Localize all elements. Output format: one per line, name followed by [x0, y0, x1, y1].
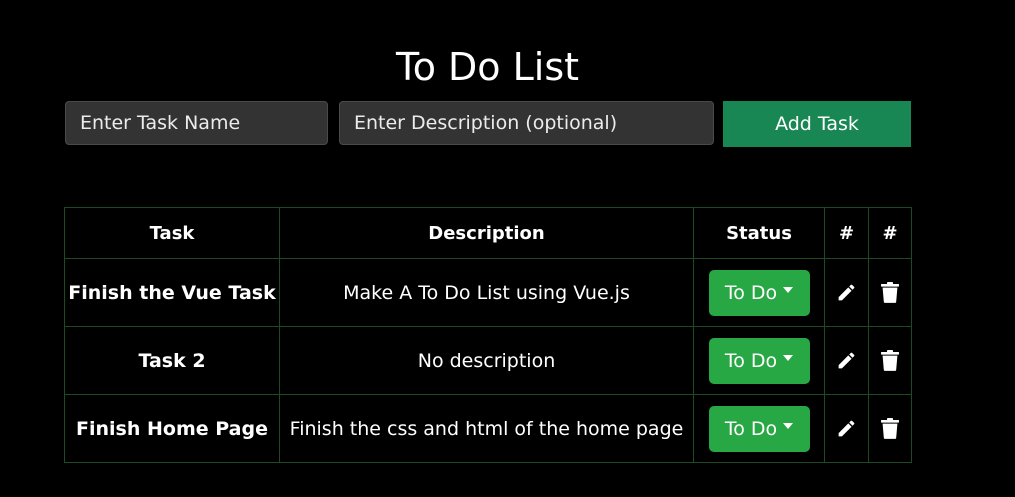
pencil-icon[interactable]	[832, 345, 862, 375]
task-description-cell: Make A To Do List using Vue.js	[279, 258, 694, 327]
status-label: To Do	[724, 281, 778, 304]
pencil-icon[interactable]	[832, 413, 862, 443]
task-table: Task Description Status # # Finish the V…	[64, 207, 912, 463]
task-status-cell: To Do	[693, 394, 825, 463]
page-title: To Do List	[395, 45, 580, 89]
description-input[interactable]	[339, 101, 714, 145]
task-name-input[interactable]	[65, 101, 328, 145]
pencil-icon[interactable]	[832, 277, 862, 307]
caret-down-icon	[783, 286, 794, 293]
task-description-cell: Finish the css and html of the home page	[279, 394, 694, 463]
delete-cell	[868, 394, 912, 463]
table-row: Finish the Vue Task Make A To Do List us…	[64, 258, 912, 327]
task-name-cell: Finish the Vue Task	[64, 258, 280, 327]
status-dropdown-button[interactable]: To Do	[708, 337, 810, 384]
edit-cell	[824, 394, 869, 463]
status-dropdown-button[interactable]: To Do	[708, 269, 810, 316]
edit-cell	[824, 258, 869, 327]
table-header-row: Task Description Status # #	[64, 207, 912, 259]
task-description-cell: No description	[279, 326, 694, 395]
todo-page: To Do List Add Task Task Description Sta…	[0, 0, 1015, 497]
column-header-delete: #	[868, 207, 912, 259]
task-status-cell: To Do	[693, 326, 825, 395]
table-row: Finish Home Page Finish the css and html…	[64, 394, 912, 463]
task-name-cell: Task 2	[64, 326, 280, 395]
delete-cell	[868, 258, 912, 327]
column-header-edit: #	[824, 207, 869, 259]
trash-icon[interactable]	[875, 413, 905, 443]
task-status-cell: To Do	[693, 258, 825, 327]
delete-cell	[868, 326, 912, 395]
column-header-description: Description	[279, 207, 694, 259]
status-dropdown-button[interactable]: To Do	[708, 405, 810, 452]
column-header-status: Status	[693, 207, 825, 259]
add-task-button[interactable]: Add Task	[723, 101, 911, 147]
trash-icon[interactable]	[875, 277, 905, 307]
status-label: To Do	[724, 349, 778, 372]
status-label: To Do	[724, 417, 778, 440]
caret-down-icon	[783, 422, 794, 429]
edit-cell	[824, 326, 869, 395]
caret-down-icon	[783, 354, 794, 361]
table-row: Task 2 No description To Do	[64, 326, 912, 395]
trash-icon[interactable]	[875, 345, 905, 375]
task-name-cell: Finish Home Page	[64, 394, 280, 463]
column-header-task: Task	[64, 207, 280, 259]
